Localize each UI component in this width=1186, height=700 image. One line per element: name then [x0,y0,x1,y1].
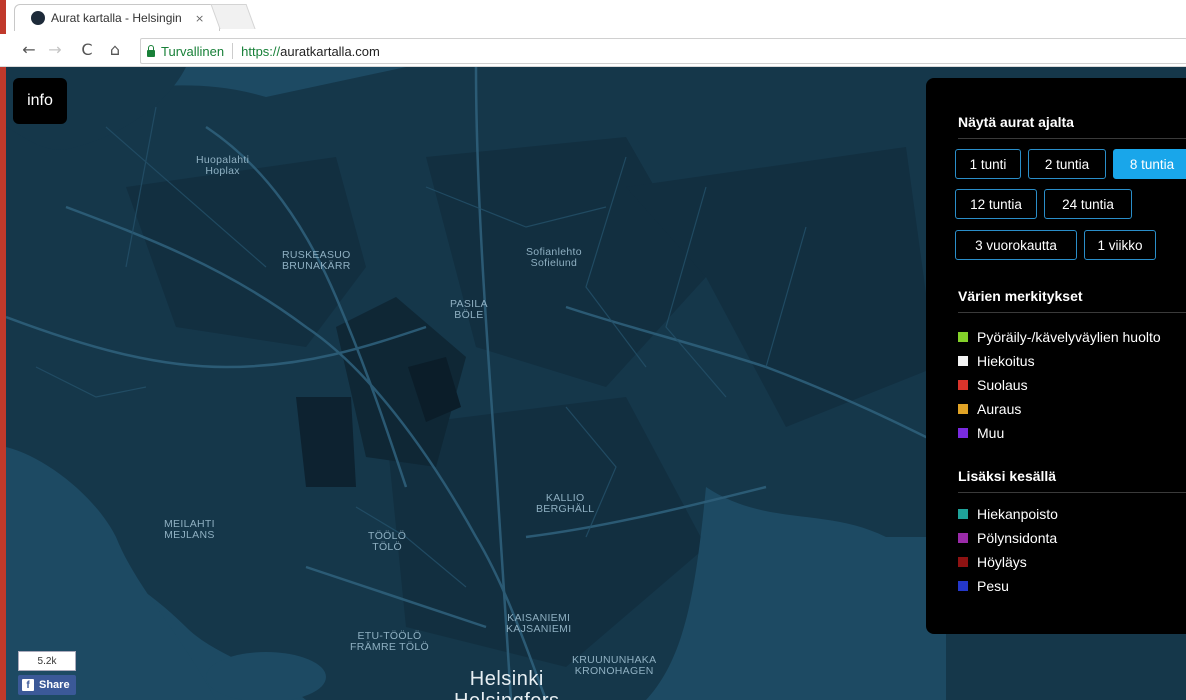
legend-item-bike-walk: Pyöräily-/kävelyväylien huolto [958,329,1161,345]
legend-item-sand-removal: Hiekanpoisto [958,506,1058,522]
place-label-kaisaniemi: KAISANIEMI KAJSANIEMI [506,612,572,635]
browser-toolbar: ← → C ⌂ Turvallinen https:// auratkartal… [0,34,1186,67]
browser-tab[interactable]: Aurat kartalla - Helsingin × [14,4,220,31]
summer-heading: Lisäksi kesällä [958,468,1057,484]
time-button-3d[interactable]: 3 vuorokautta [955,230,1077,260]
time-button-8h[interactable]: 8 tuntia [1113,149,1186,179]
heading-divider [958,138,1186,139]
share-label: Share [39,679,70,691]
place-label-kallio: KALLIO BERGHÄLL [536,492,595,515]
tab-close-icon[interactable]: × [195,12,204,25]
legend-item-dust-binding: Pölynsidonta [958,530,1057,546]
back-arrow-icon[interactable]: ← [18,38,40,60]
place-label-toolo: TÖÖLÖ TÖLÖ [368,530,407,553]
heading-divider [958,492,1186,493]
url-host: auratkartalla.com [280,43,380,59]
legend-swatch [958,356,968,366]
legend-item-grading: Höyläys [958,554,1027,570]
share-count: 5.2k [18,651,76,671]
legend-swatch [958,332,968,342]
site-favicon-icon [31,11,45,25]
time-button-24h[interactable]: 24 tuntia [1044,189,1132,219]
time-button-2h[interactable]: 2 tuntia [1028,149,1106,179]
legend-item-sanding: Hiekoitus [958,353,1035,369]
tab-title: Aurat kartalla - Helsingin [51,11,182,25]
control-panel: Näytä aurat ajalta 1 tunti 2 tuntia 8 tu… [926,78,1186,634]
legend-swatch [958,509,968,519]
address-separator [232,43,234,59]
time-heading: Näytä aurat ajalta [958,114,1074,130]
legend-swatch [958,557,968,567]
address-bar[interactable]: Turvallinen https:// auratkartalla.com [140,38,1186,64]
legend-swatch [958,404,968,414]
lock-icon [147,44,155,57]
info-button[interactable]: info [13,78,67,124]
facebook-icon: f [22,679,34,691]
time-button-12h[interactable]: 12 tuntia [955,189,1037,219]
reload-icon[interactable]: C [76,38,98,60]
legend-swatch [958,581,968,591]
legend-swatch [958,428,968,438]
heading-divider [958,312,1186,313]
share-widget: 5.2k f Share [18,651,78,695]
legend-item-ploughing: Auraus [958,401,1021,417]
legend-item-other: Muu [958,425,1004,441]
time-button-1w[interactable]: 1 viikko [1084,230,1156,260]
forward-arrow-icon[interactable]: → [44,38,66,60]
place-label-huopalahti: Huopalahti Hoplax [196,154,250,177]
home-icon[interactable]: ⌂ [104,38,126,60]
legend-swatch [958,533,968,543]
colors-heading: Värien merkitykset [958,288,1083,304]
place-label-sofianlehto: Sofianlehto Sofielund [526,246,582,269]
place-label-meilahti: MEILAHTI MEJLANS [164,518,215,541]
new-tab-button[interactable] [210,4,256,29]
browser-tab-bar: Aurat kartalla - Helsingin × [0,0,1186,34]
url-scheme: https:// [241,43,281,59]
facebook-share-button[interactable]: f Share [18,675,76,695]
place-label-etu-toolo: ETU-TÖÖLÖ FRÄMRE TÖLÖ [350,630,429,653]
legend-item-washing: Pesu [958,578,1009,594]
legend-item-salting: Suolaus [958,377,1028,393]
place-label-ruskeasuo: RUSKEASUO BRUNAKÄRR [282,249,351,272]
place-label-pasila: PASILA BÖLE [450,298,488,321]
secure-label: Turvallinen [161,43,225,59]
legend-swatch [958,380,968,390]
time-button-1h[interactable]: 1 tunti [955,149,1021,179]
place-label-kruununhaka: KRUUNUNHAKA KRONOHAGEN [572,654,657,677]
place-label-helsinki: HelsinkiHelsingfors [454,668,559,700]
